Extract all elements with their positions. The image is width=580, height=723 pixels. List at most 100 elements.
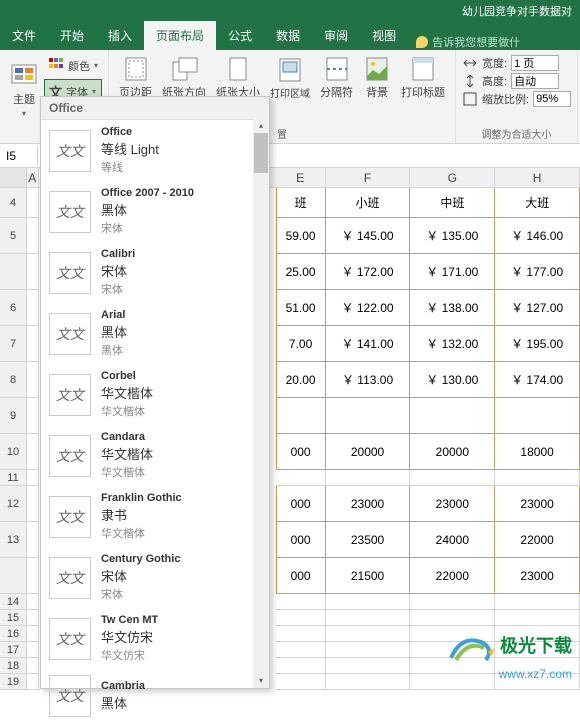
height-input[interactable] (511, 73, 559, 89)
print-area-button[interactable]: 打印区域 (266, 55, 314, 102)
cell[interactable]: ￥ 171.00 (410, 254, 495, 290)
col-header-A[interactable]: A (27, 168, 39, 188)
tell-me-search[interactable]: 告诉我您想要做什 (416, 34, 520, 50)
cell[interactable]: 21500 (326, 558, 411, 594)
cell[interactable]: ￥ 177.00 (495, 254, 580, 290)
cell[interactable] (27, 254, 39, 290)
scroll-down-arrow[interactable]: ▾ (253, 674, 269, 688)
cell[interactable] (276, 626, 326, 642)
cell[interactable] (27, 642, 39, 658)
cell[interactable] (410, 398, 495, 434)
tab-review[interactable]: 审阅 (312, 21, 360, 50)
cell[interactable] (495, 398, 580, 434)
cell[interactable]: 18000 (495, 434, 580, 470)
background-button[interactable]: 背景 (359, 54, 395, 102)
cell[interactable] (326, 610, 411, 626)
cell[interactable] (27, 434, 39, 470)
cell[interactable]: ￥ 145.00 (326, 218, 411, 254)
cell[interactable]: ￥ 130.00 (410, 362, 495, 398)
cell[interactable] (27, 188, 39, 218)
cell[interactable]: 000 (276, 434, 326, 470)
row-header[interactable]: 15 (0, 610, 27, 626)
row-header[interactable]: 18 (0, 658, 27, 674)
cell[interactable]: 22000 (410, 558, 495, 594)
cell[interactable] (326, 658, 411, 674)
row-header[interactable]: 5 (0, 218, 27, 254)
font-dropdown-scrollbar[interactable]: ▴ ▾ (253, 119, 269, 688)
row-header[interactable]: 4 (0, 188, 27, 218)
cell[interactable] (495, 594, 580, 610)
scroll-up-arrow[interactable]: ▴ (253, 119, 269, 133)
cell[interactable] (27, 610, 39, 626)
cell[interactable] (326, 626, 411, 642)
name-box[interactable] (0, 147, 38, 165)
cell[interactable] (27, 398, 39, 434)
tab-home[interactable]: 开始 (48, 21, 96, 50)
theme-colors-button[interactable]: 颜色 ▾ (44, 54, 102, 77)
cell[interactable] (27, 362, 39, 398)
font-option-6[interactable]: 文文 Franklin Gothic 隶书 华文楷体 (41, 486, 269, 547)
cell[interactable]: 20000 (410, 434, 495, 470)
col-header-G[interactable]: G (410, 168, 495, 188)
cell[interactable]: 23000 (410, 486, 495, 522)
cell[interactable]: ￥ 122.00 (326, 290, 411, 326)
font-option-2[interactable]: 文文 Calibri 宋体 宋体 (41, 242, 269, 303)
tab-file[interactable]: 文件 (0, 21, 48, 50)
cell[interactable]: 22000 (495, 522, 580, 558)
cell[interactable]: 23000 (326, 486, 411, 522)
row-header[interactable]: 11 (0, 470, 27, 486)
size-button[interactable]: 纸张大小 (212, 54, 264, 102)
col-header-E[interactable]: E (276, 168, 326, 188)
cell[interactable] (410, 610, 495, 626)
margins-button[interactable]: 页边距 (115, 54, 156, 102)
col-header-H[interactable]: H (495, 168, 580, 188)
cell[interactable]: ￥ 113.00 (326, 362, 411, 398)
font-option-7[interactable]: 文文 Century Gothic 宋体 宋体 (41, 547, 269, 608)
cell[interactable] (27, 558, 39, 594)
cell[interactable] (326, 398, 411, 434)
cell[interactable]: 大班 (495, 188, 580, 218)
cell[interactable]: ￥ 127.00 (495, 290, 580, 326)
cell[interactable]: 51.00 (276, 290, 326, 326)
orientation-button[interactable]: 纸张方向 (158, 54, 210, 102)
cell[interactable]: 中班 (410, 188, 495, 218)
cell[interactable] (27, 594, 39, 610)
cell[interactable] (410, 594, 495, 610)
font-option-5[interactable]: 文文 Candara 华文楷体 华文楷体 (41, 425, 269, 486)
scale-input[interactable] (533, 91, 571, 107)
cell[interactable]: 23500 (326, 522, 411, 558)
cell[interactable] (326, 674, 411, 690)
font-option-3[interactable]: 文文 Arial 黑体 黑体 (41, 303, 269, 364)
cell[interactable] (495, 470, 580, 486)
row-header[interactable]: 17 (0, 642, 27, 658)
width-input[interactable] (511, 55, 559, 71)
cell[interactable] (27, 290, 39, 326)
row-header[interactable]: 14 (0, 594, 27, 610)
cell[interactable]: 20.00 (276, 362, 326, 398)
row-header[interactable]: 10 (0, 434, 27, 470)
cell[interactable]: 7.00 (276, 326, 326, 362)
cell[interactable]: ￥ 172.00 (326, 254, 411, 290)
cell[interactable] (326, 594, 411, 610)
cell[interactable]: 59.00 (276, 218, 326, 254)
cell[interactable]: 000 (276, 558, 326, 594)
cell[interactable] (276, 594, 326, 610)
tab-formulas[interactable]: 公式 (216, 21, 264, 50)
cell[interactable] (27, 486, 39, 522)
row-header[interactable]: 9 (0, 398, 27, 434)
cell[interactable] (276, 658, 326, 674)
row-header[interactable] (0, 254, 27, 290)
cell[interactable]: 小班 (326, 188, 411, 218)
cell[interactable] (326, 470, 411, 486)
cell[interactable]: 20000 (326, 434, 411, 470)
cell[interactable]: 25.00 (276, 254, 326, 290)
cell[interactable]: ￥ 135.00 (410, 218, 495, 254)
font-option-0[interactable]: 文文 Office 等线 Light 等线 (41, 120, 269, 181)
tab-view[interactable]: 视图 (360, 21, 408, 50)
cell[interactable]: 000 (276, 486, 326, 522)
cell[interactable] (27, 658, 39, 674)
font-option-8[interactable]: 文文 Tw Cen MT 华文仿宋 华文仿宋 (41, 608, 269, 669)
themes-button[interactable]: 主题 ▾ (6, 61, 42, 120)
row-header[interactable]: 19 (0, 674, 27, 690)
cell[interactable]: ￥ 138.00 (410, 290, 495, 326)
